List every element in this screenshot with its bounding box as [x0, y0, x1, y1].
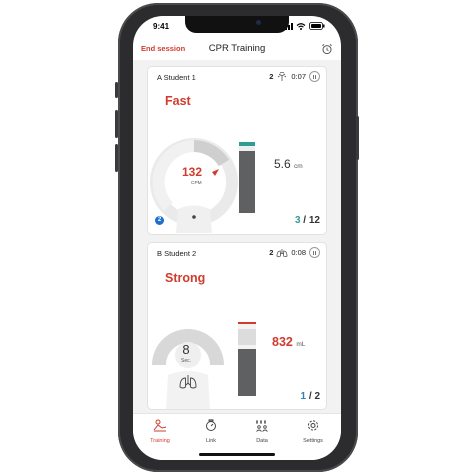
feedback-state: Fast [165, 94, 191, 108]
ventilations-total: 2 [314, 391, 320, 402]
depth-target-line [239, 142, 255, 146]
compression-cycle-count: 2 [269, 72, 274, 81]
battery-icon [309, 22, 325, 30]
status-time: 9:41 [153, 22, 170, 31]
alarm-clock-icon [322, 44, 332, 55]
data-icon [256, 420, 268, 432]
training-content: A Student 1 2 0:07 Fast 132 CPM 2 5.6 cm… [133, 60, 341, 413]
student-card-1[interactable]: A Student 1 2 0:07 Fast 132 CPM 2 5.6 cm… [147, 66, 327, 235]
gear-icon [307, 420, 319, 431]
torso-illustration [176, 205, 212, 233]
ventilation-seconds: 8 [182, 342, 190, 357]
volume-value: 832 [272, 335, 293, 349]
tab-label: Training [150, 438, 170, 444]
camera-notch [185, 16, 289, 33]
tab-label: Link [205, 438, 217, 444]
tab-label: Data [256, 438, 268, 444]
hands-compression-icon [278, 71, 287, 81]
volume-up-button [115, 110, 118, 138]
tab-label: Settings [303, 438, 323, 444]
volume-unit: mL [296, 341, 306, 348]
front-camera [256, 20, 261, 25]
wifi-icon [296, 22, 306, 30]
app-header: CPR Training End session [133, 38, 341, 60]
compression-point [192, 215, 196, 219]
feedback-state: Strong [165, 271, 206, 285]
home-indicator [199, 453, 275, 456]
tab-data[interactable]: Data [244, 419, 280, 444]
ventilation-gauge [152, 329, 224, 409]
depth-value: 5.6 [274, 157, 291, 171]
ventilation-counter: 1 / 2 [301, 391, 320, 402]
compressions-total: 12 [308, 215, 320, 226]
student-name: B Student 2 [157, 249, 197, 258]
elapsed-time: 0:07 [291, 72, 306, 81]
round-badge: 2 [155, 216, 164, 225]
rate-value: 132 [182, 165, 203, 179]
lungs-icon [276, 248, 288, 257]
pause-button[interactable] [309, 71, 320, 82]
pause-button[interactable] [309, 247, 320, 258]
cpr-icon [153, 419, 167, 432]
seconds-unit: Sec. [180, 358, 191, 364]
volume-target-zone [238, 329, 256, 345]
tab-link[interactable]: Link [193, 419, 229, 444]
link-icon [206, 419, 216, 431]
student-stats: 2 0:08 [269, 247, 320, 258]
end-session-button[interactable]: End session [141, 44, 185, 53]
student-name: A Student 1 [157, 73, 196, 82]
ventilation-cycle-count: 2 [269, 248, 274, 257]
rate-unit: CPM [191, 181, 202, 186]
volume-bar [238, 322, 256, 396]
volume-max-line [238, 322, 256, 324]
mute-switch [115, 82, 118, 98]
alarm-settings-button[interactable] [321, 42, 333, 60]
power-button [356, 116, 359, 160]
phone-screen: 9:41 CPR Training End session A Student … [133, 16, 341, 460]
student-stats: 2 0:07 [269, 71, 320, 82]
depth-bar [239, 142, 255, 213]
student-card-2[interactable]: B Student 2 2 0:08 Strong 8 Sec. 832 mL … [147, 242, 327, 410]
depth-unit: cm [294, 163, 303, 170]
depth-measurement: 5.6 cm [274, 157, 303, 171]
compression-counter: 3 / 12 [295, 215, 320, 226]
counter-separator: / [300, 215, 309, 226]
volume-down-button [115, 144, 118, 172]
depth-bar-fill [239, 151, 255, 213]
volume-measurement: 832 mL [272, 335, 305, 349]
tab-training[interactable]: Training [142, 419, 178, 444]
tab-settings[interactable]: Settings [295, 419, 331, 444]
volume-bar-fill [238, 349, 256, 396]
elapsed-time: 0:08 [291, 248, 306, 257]
